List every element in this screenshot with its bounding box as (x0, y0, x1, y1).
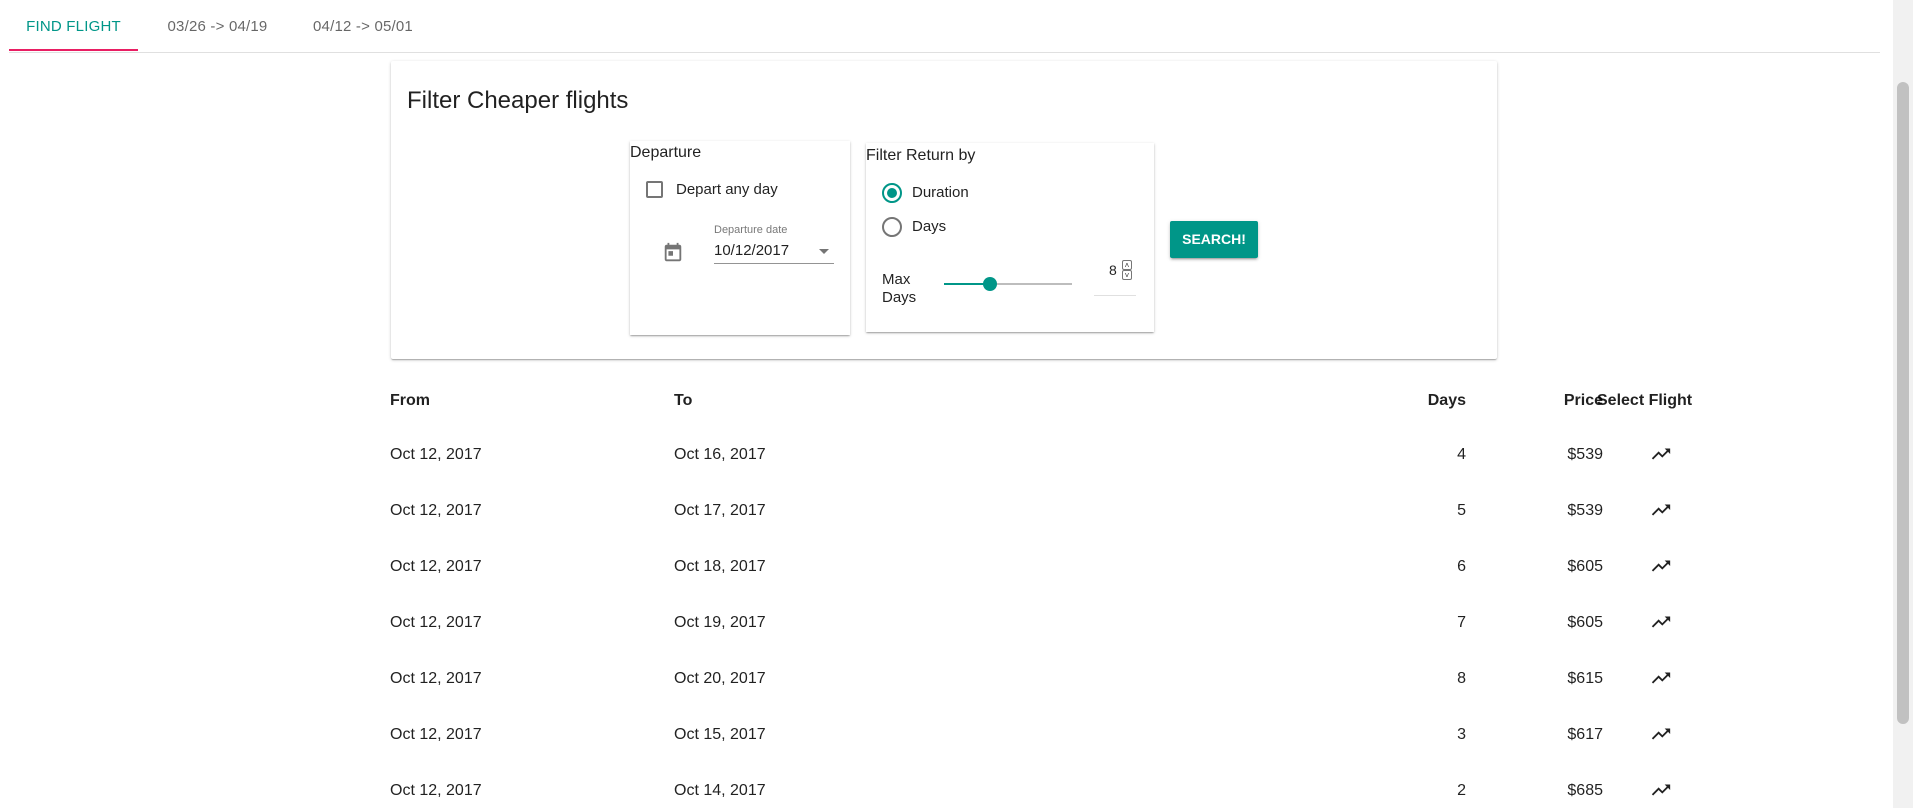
header-to: To (674, 392, 693, 409)
radio-duration-label: Duration (912, 184, 969, 201)
cell-days: 2 (1457, 782, 1466, 799)
cell-to: Oct 14, 2017 (674, 782, 766, 799)
cell-price: $685 (1567, 782, 1603, 799)
departure-legend: Departure (630, 144, 702, 161)
trending-up-icon[interactable] (1650, 443, 1672, 465)
cell-from: Oct 12, 2017 (390, 726, 482, 743)
cell-to: Oct 17, 2017 (674, 502, 766, 519)
table-row: Oct 12, 2017 Oct 17, 2017 5 $539 (390, 502, 1671, 558)
cell-days: 6 (1457, 558, 1466, 575)
tab-indicator (9, 49, 138, 51)
max-days-slider-thumb[interactable] (983, 277, 997, 291)
page: FIND FLIGHT 03/26 -> 04/19 04/12 -> 05/0… (0, 0, 1913, 808)
cell-price: $539 (1567, 502, 1603, 519)
cell-from: Oct 12, 2017 (390, 502, 482, 519)
search-button[interactable]: SEARCH! (1170, 221, 1258, 258)
cell-days: 3 (1457, 726, 1466, 743)
cell-to: Oct 15, 2017 (674, 726, 766, 743)
cell-from: Oct 12, 2017 (390, 670, 482, 687)
table-row: Oct 12, 2017 Oct 18, 2017 6 $605 (390, 558, 1671, 614)
cell-days: 7 (1457, 614, 1466, 631)
trending-up-icon[interactable] (1650, 723, 1672, 745)
scrollbar-thumb[interactable] (1897, 82, 1909, 724)
trending-up-icon[interactable] (1650, 611, 1672, 633)
cell-to: Oct 20, 2017 (674, 670, 766, 687)
tab-saved-search-1[interactable]: 03/26 -> 04/19 (154, 0, 281, 52)
table-row: Oct 12, 2017 Oct 15, 2017 3 $617 (390, 726, 1671, 782)
cell-from: Oct 12, 2017 (390, 614, 482, 631)
calendar-icon[interactable] (662, 242, 684, 264)
tab-bar: FIND FLIGHT 03/26 -> 04/19 04/12 -> 05/0… (9, 0, 1880, 53)
table-row: Oct 12, 2017 Oct 16, 2017 4 $539 (390, 446, 1671, 502)
cell-days: 8 (1457, 670, 1466, 687)
radio-days[interactable] (882, 217, 902, 237)
table-row: Oct 12, 2017 Oct 20, 2017 8 $615 (390, 670, 1671, 726)
stepper-down-icon[interactable]: ˅ (1122, 270, 1132, 280)
filter-card: Filter Cheaper flights Departure Depart … (391, 61, 1497, 359)
radio-duration[interactable] (882, 183, 902, 203)
cell-to: Oct 18, 2017 (674, 558, 766, 575)
radio-days-label: Days (912, 218, 947, 235)
trending-up-icon[interactable] (1650, 555, 1672, 577)
departure-panel: Departure Depart any day Departure date … (630, 141, 850, 335)
cell-price: $615 (1567, 670, 1603, 687)
cell-price: $617 (1567, 726, 1603, 743)
cell-from: Oct 12, 2017 (390, 558, 482, 575)
cell-to: Oct 19, 2017 (674, 614, 766, 631)
table-row: Oct 12, 2017 Oct 19, 2017 7 $605 (390, 614, 1671, 670)
header-price: Price (1563, 392, 1603, 409)
departure-date-input[interactable]: 10/12/2017 (714, 242, 789, 259)
return-filter-panel: Filter Return by Duration Days Max Days … (866, 143, 1154, 332)
return-filter-legend: Filter Return by (866, 147, 976, 164)
max-days-label-line1: Max (882, 271, 911, 288)
depart-any-day-checkbox[interactable] (646, 181, 663, 198)
max-days-stepper[interactable]: 8 (1109, 262, 1117, 278)
cell-to: Oct 16, 2017 (674, 446, 766, 463)
cell-days: 4 (1457, 446, 1466, 463)
header-days: Days (1427, 392, 1466, 409)
cell-price: $605 (1567, 614, 1603, 631)
trending-up-icon[interactable] (1650, 779, 1672, 801)
max-days-underline (1094, 295, 1136, 296)
scrollbar[interactable] (1893, 0, 1913, 808)
stepper-up-icon[interactable]: ˄ (1122, 260, 1132, 270)
chevron-down-icon[interactable] (819, 249, 829, 254)
table-row: Oct 12, 2017 Oct 14, 2017 2 $685 (390, 782, 1671, 808)
trending-up-icon[interactable] (1650, 499, 1672, 521)
cell-from: Oct 12, 2017 (390, 446, 482, 463)
cell-days: 5 (1457, 502, 1466, 519)
max-days-label-line2: Days (882, 289, 917, 306)
cell-from: Oct 12, 2017 (390, 782, 482, 799)
depart-any-day-label: Depart any day (676, 181, 778, 198)
tab-find-flight[interactable]: FIND FLIGHT (9, 0, 138, 52)
cell-price: $539 (1567, 446, 1603, 463)
filter-title: Filter Cheaper flights (407, 87, 629, 114)
departure-date-underline (714, 263, 834, 264)
header-from: From (390, 392, 430, 409)
header-select-flight: Select Flight (1597, 392, 1693, 409)
trending-up-icon[interactable] (1650, 667, 1672, 689)
tab-saved-search-2[interactable]: 04/12 -> 05/01 (298, 0, 428, 52)
cell-price: $605 (1567, 558, 1603, 575)
departure-date-label: Departure date (714, 224, 788, 236)
